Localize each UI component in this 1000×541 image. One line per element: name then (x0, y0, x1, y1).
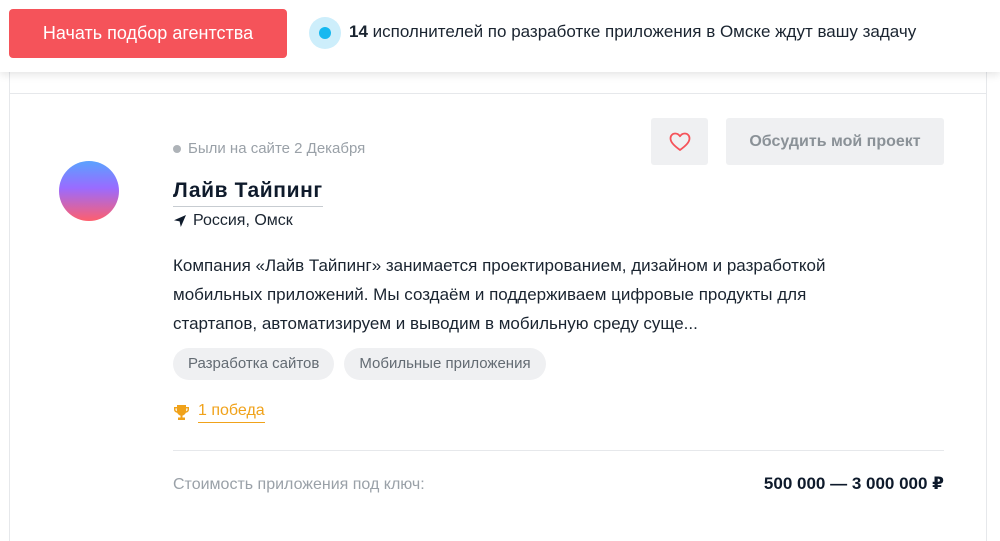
agencies-count: 14 (349, 22, 368, 41)
card-border-right (986, 72, 987, 541)
top-bar: Начать подбор агентства 14 исполнителей … (0, 0, 1000, 72)
trophy-icon (174, 405, 189, 420)
location-text: Россия, Омск (193, 212, 293, 229)
wins: 1 победа (173, 402, 265, 423)
agencies-waiting-text: 14 исполнителей по разработке приложения… (349, 22, 916, 42)
tag-web-development[interactable]: Разработка сайтов (173, 348, 335, 380)
price-divider (173, 450, 944, 451)
wins-link[interactable]: 1 победа (198, 402, 265, 423)
status-dot-icon (173, 144, 181, 153)
agency-description: Компания «Лайв Тайпинг» занимается проек… (173, 256, 826, 333)
live-indicator-icon (309, 17, 341, 49)
tag-list: Разработка сайтов Мобильные приложения (173, 348, 546, 380)
tag-mobile-apps[interactable]: Мобильные приложения (344, 348, 546, 380)
last-seen-text: Были на сайте 2 Декабря (188, 140, 366, 157)
start-agency-selection-button[interactable]: Начать подбор агентства (9, 9, 287, 58)
favorite-button[interactable] (651, 118, 708, 165)
price-value: 500 000 — 3 000 000 ₽ (763, 474, 944, 493)
card-border-left (9, 72, 10, 541)
price-label: Стоимость приложения под ключ: (173, 476, 425, 493)
agency-name-link[interactable]: Лайв Тайпинг (173, 179, 323, 207)
agency-location: Россия, Омск (173, 212, 293, 230)
card-border-top (9, 93, 987, 94)
agency-avatar[interactable] (59, 161, 119, 221)
last-seen: Были на сайте 2 Декабря (173, 140, 365, 157)
discuss-project-button[interactable]: Обсудить мой проект (726, 118, 944, 165)
location-arrow-icon (174, 215, 186, 227)
agencies-text: исполнителей по разработке приложения в … (367, 22, 917, 41)
heart-icon (669, 132, 690, 151)
